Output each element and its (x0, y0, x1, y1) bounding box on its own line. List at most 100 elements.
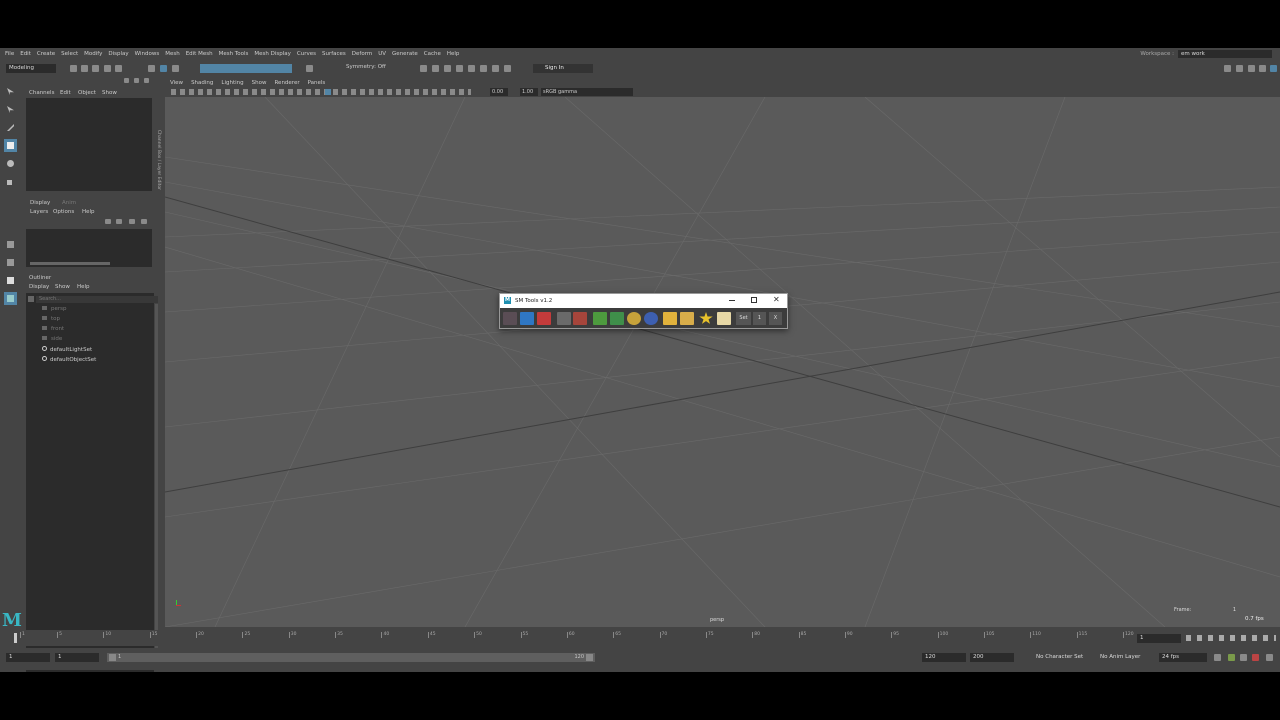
menu-mesh-display[interactable]: Mesh Display (254, 51, 291, 57)
close-icon[interactable]: ✕ (773, 295, 780, 304)
channelbox-vertical-label[interactable]: Channel Box / Layer Editor (155, 130, 161, 190)
menu-select[interactable]: Select (61, 51, 78, 57)
channelbox-header-icons[interactable] (124, 78, 154, 86)
select-tool-icon[interactable] (4, 85, 17, 98)
attribute-editor-icon[interactable] (1248, 65, 1255, 72)
set-button[interactable]: Set (736, 312, 751, 325)
tab-show[interactable]: Show (102, 90, 117, 96)
four-view-layout-icon[interactable] (4, 256, 17, 269)
clipboard-icon[interactable] (680, 312, 694, 325)
outliner-menu-display[interactable]: Display (29, 284, 49, 290)
range-slider[interactable]: 1 120 (107, 653, 595, 662)
select-object-icon[interactable] (160, 65, 167, 72)
loop-icon[interactable] (1214, 654, 1221, 661)
anim-layer-dropdown[interactable]: No Anim Layer (1097, 653, 1153, 662)
move-layer-up-icon[interactable] (105, 219, 111, 224)
tab-channels[interactable]: Channels (29, 90, 54, 96)
cache-icon[interactable] (1252, 654, 1259, 661)
menu-mesh-tools[interactable]: Mesh Tools (219, 51, 249, 57)
notes-icon[interactable] (717, 312, 731, 325)
channelbox-icon-2[interactable] (134, 78, 139, 83)
anim-end-field[interactable]: 200 (970, 653, 1014, 662)
refresh-icon[interactable] (610, 312, 624, 325)
anim-start-field[interactable]: 1 (6, 653, 50, 662)
tab-object[interactable]: Object (78, 90, 96, 96)
color-space-dropdown[interactable]: sRGB gamma (541, 88, 633, 96)
preferences-icon[interactable] (1266, 654, 1273, 661)
playback-controls[interactable] (1186, 635, 1276, 641)
viewport-tool-icons[interactable] (171, 89, 471, 95)
rotate-tool-icon[interactable] (4, 157, 17, 170)
menu-windows[interactable]: Windows (135, 51, 160, 57)
auto-key-icon[interactable] (1228, 654, 1235, 661)
outliner-item-side[interactable]: side (42, 336, 62, 342)
move-tool-icon[interactable] (4, 139, 17, 152)
tool-settings-icon[interactable] (1259, 65, 1266, 72)
ipr-render-icon[interactable] (432, 65, 439, 72)
lasso-tool-icon[interactable] (4, 103, 17, 116)
select-hierarchy-icon[interactable] (148, 65, 155, 72)
outliner-item-top[interactable]: top (42, 316, 60, 322)
sphere-icon[interactable] (627, 312, 641, 325)
save-scene-icon[interactable] (92, 65, 99, 72)
render-settings-icon[interactable] (444, 65, 451, 72)
menu-deform[interactable]: Deform (352, 51, 372, 57)
outliner-scrollbar[interactable] (155, 304, 158, 664)
outliner-menu-show[interactable]: Show (55, 284, 70, 290)
shaded-mode-icon[interactable] (325, 89, 331, 95)
render-view-icon[interactable] (468, 65, 475, 72)
select-component-icon[interactable] (172, 65, 179, 72)
outliner-filter-icon[interactable] (28, 296, 34, 302)
menu-edit[interactable]: Edit (20, 51, 31, 57)
fps-dropdown[interactable]: 24 fps (1159, 653, 1207, 662)
export-icon[interactable] (573, 312, 587, 325)
menu-curves[interactable]: Curves (297, 51, 316, 57)
vp-menu-view[interactable]: View (170, 80, 183, 86)
light-editor-icon[interactable] (480, 65, 487, 72)
outliner-layout-icon[interactable] (4, 292, 17, 305)
menu-create[interactable]: Create (37, 51, 55, 57)
symmetry-status[interactable]: Symmetry: Off (346, 64, 386, 70)
modeling-toolkit-icon[interactable] (1224, 65, 1231, 72)
menu-help[interactable]: Help (447, 51, 460, 57)
hypershade-icon[interactable] (456, 65, 463, 72)
menu-mesh[interactable]: Mesh (165, 51, 179, 57)
vp-menu-renderer[interactable]: Renderer (274, 80, 299, 86)
globe-icon[interactable] (644, 312, 658, 325)
scale-tool-icon[interactable] (4, 175, 17, 188)
tab-anim[interactable]: Anim (62, 200, 76, 206)
channelbox-icon-3[interactable] (144, 78, 149, 83)
character-set-dropdown[interactable]: No Character Set (1033, 653, 1089, 662)
menu-uv[interactable]: UV (378, 51, 386, 57)
outliner-search-input[interactable]: Search... (36, 296, 158, 303)
channelbox-icon-1[interactable] (124, 78, 129, 83)
new-scene-icon[interactable] (70, 65, 77, 72)
history-icon[interactable] (306, 65, 313, 72)
vp-menu-lighting[interactable]: Lighting (221, 80, 243, 86)
outliner-item-defaultlightset[interactable]: defaultLightSet (42, 346, 92, 353)
gamma-field[interactable]: 1.00 (520, 88, 538, 96)
minimize-icon[interactable] (729, 300, 735, 301)
menu-modify[interactable]: Modify (84, 51, 102, 57)
star-icon[interactable] (699, 312, 713, 324)
playback-end-field[interactable]: 120 (922, 653, 966, 662)
key-settings-icon[interactable] (1240, 654, 1247, 661)
new-layer-icon[interactable] (129, 219, 135, 224)
menu-file[interactable]: File (5, 51, 14, 57)
layers-menu-options[interactable]: Options (53, 209, 74, 215)
maximize-icon[interactable] (751, 297, 757, 303)
time-slider[interactable]: 1 5 10 15 20 25 30 35 40 45 50 55 60 65 70 75 80 85 90 95 10… (0, 630, 1280, 646)
two-view-layout-icon[interactable] (4, 274, 17, 287)
layers-menu-help[interactable]: Help (82, 209, 95, 215)
vp-menu-shading[interactable]: Shading (191, 80, 213, 86)
save-delete-icon[interactable] (537, 312, 551, 325)
outliner-item-front[interactable]: front (42, 326, 64, 332)
layers-menu-layers[interactable]: Layers (30, 209, 48, 215)
paint-select-icon[interactable] (4, 121, 17, 134)
current-frame-field[interactable]: 1 (1137, 634, 1181, 643)
vp-menu-show[interactable]: Show (252, 80, 267, 86)
menu-generate[interactable]: Generate (392, 51, 418, 57)
channel-box-toggle-icon[interactable] (1270, 65, 1277, 72)
menu-cache[interactable]: Cache (424, 51, 441, 57)
character-controls-icon[interactable] (1236, 65, 1243, 72)
